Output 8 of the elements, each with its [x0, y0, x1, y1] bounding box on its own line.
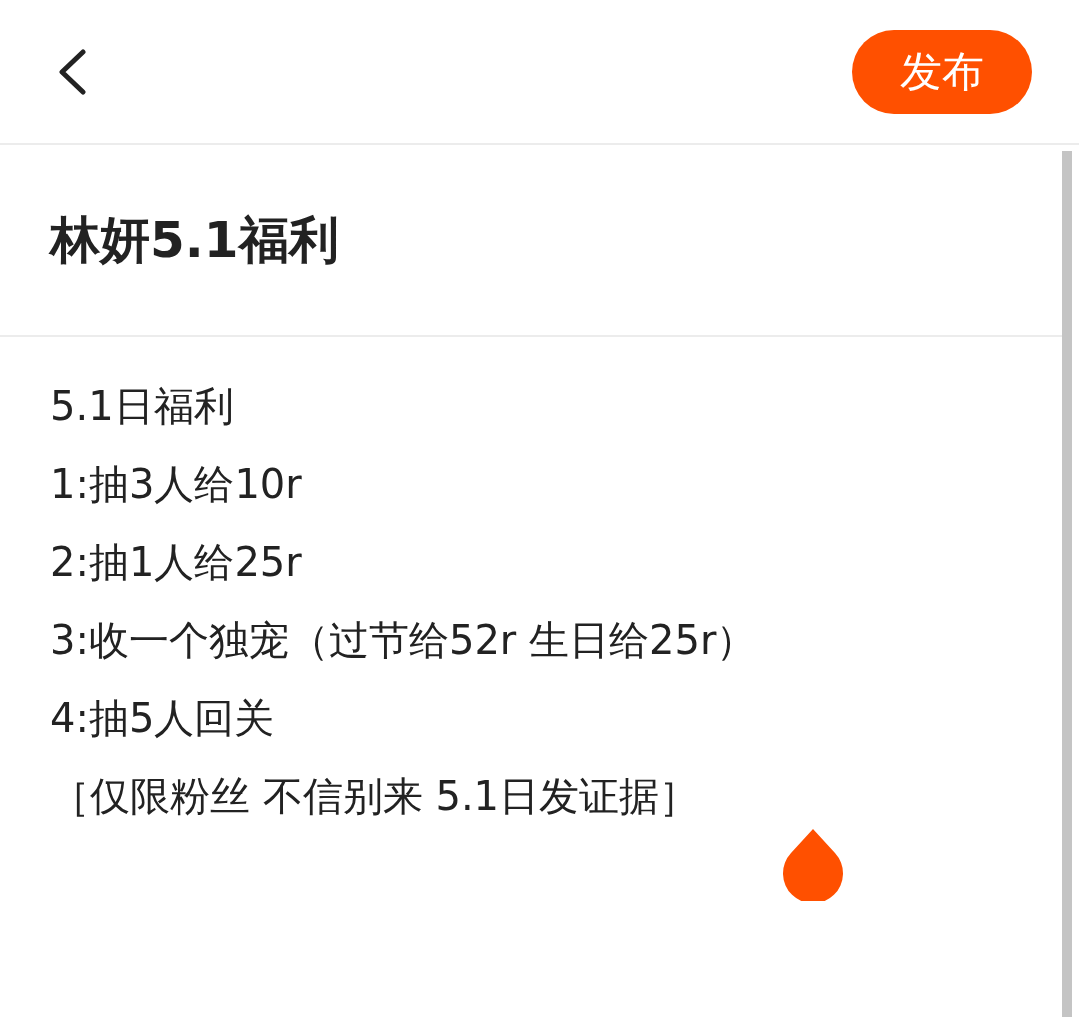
- body-text-line: 3:收一个独宠（过节给52r 生日给25r）: [50, 616, 758, 665]
- text-cursor-handle-icon[interactable]: [783, 829, 843, 901]
- body-text-line: 5.1日福利: [50, 382, 235, 431]
- body-text-line: ［仅限粉丝 不信别来 5.1日发证据］: [50, 772, 701, 821]
- back-icon[interactable]: [57, 48, 87, 95]
- body-text-line: 1:抽3人给10r: [50, 460, 303, 509]
- body-text-line: 2:抽1人给25r: [50, 538, 303, 587]
- body-text-line: 4:抽5人回关: [50, 694, 276, 743]
